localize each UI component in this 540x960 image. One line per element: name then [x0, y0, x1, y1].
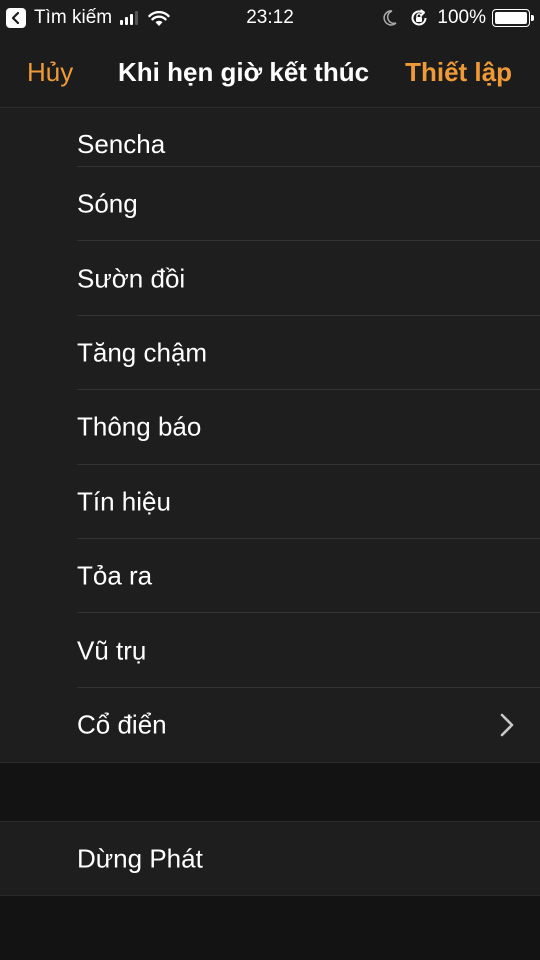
list-item-label: Thông báo [77, 411, 202, 442]
rotation-lock-icon [411, 9, 427, 26]
stop-playing-label: Dừng Phát [77, 843, 203, 873]
section-separator [0, 762, 540, 822]
list-item-label: Sencha [77, 129, 166, 159]
list-item[interactable]: Sencha [0, 108, 540, 167]
list-item[interactable]: Vũ trụ [0, 613, 540, 688]
list-item[interactable]: Tín hiệu [0, 465, 540, 539]
list-item-label: Cổ điển [77, 709, 167, 740]
status-right-group: 100% [383, 6, 534, 30]
background-fill [0, 896, 540, 960]
do-not-disturb-moon-icon [383, 10, 397, 26]
list-item[interactable]: Thông báo [0, 390, 540, 465]
screen: Tìm kiếm 23:12 100% Hủy Khi hẹn giờ kết … [0, 0, 540, 960]
sound-list: Sencha Sóng Sườn đồi Tăng chậm Thông báo… [0, 108, 540, 763]
list-item-label: Tỏa ra [77, 560, 153, 591]
list-item[interactable]: Sườn đồi [0, 241, 540, 316]
battery-percent: 100% [437, 7, 486, 28]
list-item-label: Tín hiệu [77, 486, 171, 517]
list-item-label: Sườn đồi [77, 263, 186, 294]
list-item-label: Sóng [77, 188, 138, 219]
list-item-label: Tăng chậm [77, 337, 208, 368]
page-title: Khi hẹn giờ kết thúc [118, 57, 370, 87]
list-item[interactable]: Tăng chậm [0, 316, 540, 391]
battery-icon [492, 9, 534, 27]
cancel-button[interactable]: Hủy [27, 56, 73, 88]
list-item-label: Vũ trụ [77, 635, 147, 666]
list-item[interactable]: Sóng [0, 167, 540, 242]
status-bar: Tìm kiếm 23:12 100% [0, 0, 540, 36]
navigation-bar: Hủy Khi hẹn giờ kết thúc Thiết lập [0, 36, 540, 108]
stop-playing-row[interactable]: Dừng Phát [0, 822, 540, 896]
chevron-right-icon [500, 713, 514, 737]
list-item[interactable]: Tỏa ra [0, 539, 540, 614]
set-button[interactable]: Thiết lập [405, 56, 512, 88]
list-item-classic[interactable]: Cổ điển [0, 688, 540, 762]
